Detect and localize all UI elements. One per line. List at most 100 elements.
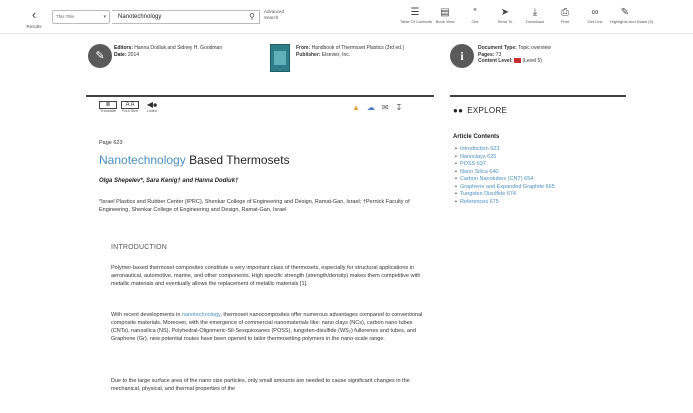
search-icon[interactable]: ⚲ (249, 12, 255, 21)
doctype-label: Document Type: (478, 45, 517, 51)
article-contents-item[interactable]: Introduction 623 (455, 146, 555, 154)
article-contents-item[interactable]: POSS 637 (455, 161, 555, 169)
print-icon: ⎙ (561, 7, 569, 18)
aux-tool-label: Translate (100, 109, 116, 113)
advanced-search-line1: Advanced (264, 9, 285, 14)
tool-label: Send To (497, 19, 513, 24)
editors-block: Editors: Hanna Dodiuk and Sidney H. Good… (114, 45, 222, 59)
send-icon: ➤ (500, 7, 510, 18)
advanced-search-link[interactable]: Advanced Search (264, 9, 284, 21)
font-size-icon: A A (121, 101, 139, 109)
search-scope-select[interactable]: This Title ▾ (52, 10, 110, 24)
date-label: Date: (114, 52, 127, 58)
tool-label: Table Of Contents (400, 19, 433, 24)
cite-button[interactable]: “Cite (460, 6, 490, 32)
chevron-down-icon: ▾ (103, 14, 106, 20)
publisher-label: Publisher: (296, 52, 321, 58)
info-icon: i (450, 44, 474, 68)
article-contents-item[interactable]: Graphene and Expanded Graphite 665 (455, 184, 555, 192)
search-scope-value: This Title (56, 14, 75, 19)
onedrive-icon[interactable]: ☁ (367, 103, 375, 112)
font-size-button[interactable]: A A Font Size (121, 101, 139, 113)
article-contents-item[interactable]: Nanoclays 625 (455, 154, 555, 162)
highlight-icon: ✎ (620, 7, 630, 18)
nanotechnology-link[interactable]: nanotechnology (182, 312, 220, 318)
explore-heading: ●● EXPLORE (453, 106, 507, 115)
title-rest: Based Thermosets (185, 153, 290, 167)
translate-button[interactable]: ≣ Translate (99, 101, 117, 113)
explore-label: EXPLORE (467, 106, 508, 115)
book-view-button[interactable]: ▤ Book View (430, 6, 460, 32)
document-tools: ☰ Table Of Contents ▤ Book View “Cite ➤ Send T… (400, 6, 654, 32)
article-title: Nanotechnology Based Thermosets (99, 153, 290, 167)
document-meta: Document Type: Topic overview Pages: 73 … (478, 45, 551, 65)
book-view-icon: ▤ (440, 7, 450, 18)
highlight-button[interactable]: ✎ Highlights And Notes (0) (610, 6, 654, 32)
from-label: From: (296, 45, 311, 51)
content-level-badge (514, 58, 522, 64)
editors-label: Editors: (114, 45, 133, 51)
tool-label: Cite (471, 19, 479, 24)
doctype-value: Topic overview (518, 45, 551, 51)
book-cover-image[interactable] (270, 44, 290, 72)
article-contents-item[interactable]: Nano Silica 640 (455, 169, 555, 177)
results-label: Results (26, 24, 42, 29)
cite-icon: “ (473, 7, 477, 18)
download-button[interactable]: ⤓ Download (520, 6, 550, 32)
explore-divider (450, 95, 626, 97)
advanced-search-line2: Search (264, 15, 279, 20)
chevron-left-icon: ‹ (31, 7, 37, 22)
title-highlight: Nanotechnology (99, 153, 186, 167)
article-contents-item[interactable]: References 675 (455, 199, 555, 207)
pages-value: 73 (495, 51, 502, 58)
listen-icon: ◀⦁ (146, 100, 158, 109)
article-contents-list: Introduction 623Nanoclays 625POSS 637Nan… (455, 146, 555, 206)
article-contents-item[interactable]: Carbon Nanotubes (CNT) 654 (455, 176, 555, 184)
link-icon: ∞ (591, 7, 599, 18)
binoculars-icon: ●● (453, 106, 464, 115)
from-value[interactable]: Handbook of Thermoset Plastics (3rd ed.) (312, 45, 404, 51)
author-affiliation: *Israel Plastics and Rubber Center (IPRC… (99, 199, 410, 213)
download-icon[interactable]: ↧ (396, 103, 403, 112)
share-tools: ▲ ☁ ✉ ↧ (352, 103, 402, 112)
editors-value: Hanna Dodiuk and Sidney H. Goodman (134, 45, 223, 51)
toc-icon: ☰ (410, 7, 420, 18)
search-input-value: Nanotechnology (118, 14, 162, 20)
date-value: 2014 (127, 52, 140, 58)
aux-tool-label: Listen (146, 109, 158, 113)
paragraph: Polymer-based thermoset composites const… (111, 265, 421, 287)
paragraph: With recent developments in nanotechnolo… (111, 311, 429, 343)
translate-icon: ≣ (99, 101, 117, 109)
tool-label: Book View (435, 19, 455, 24)
toc-button[interactable]: ☰ Table Of Contents (400, 6, 433, 32)
publisher-value: Elsevier, Inc. (321, 52, 351, 58)
send-button[interactable]: ➤ Send To (490, 6, 520, 32)
listen-button[interactable]: ◀⦁ Listen (143, 100, 161, 114)
article-authors: Olga Shepelev*, Sara Kenig† and Hanna Do… (99, 178, 239, 184)
reading-tools: ≣ Translate A A Font Size ◀⦁ Listen (99, 101, 161, 113)
search-input[interactable]: Nanotechnology ⚲ (112, 10, 260, 24)
tool-label: Print (560, 19, 570, 24)
link-button[interactable]: ∞ Get Link (580, 6, 610, 32)
content-divider (86, 95, 434, 97)
print-button[interactable]: ⎙ Print (550, 6, 580, 32)
content-level-value: (Level 5) (522, 58, 542, 64)
results-back-button[interactable]: ‹ Results (22, 6, 46, 29)
section-heading: INTRODUCTION (111, 244, 168, 251)
pen-icon: ✎ (88, 44, 112, 68)
content-level-label: Content Level: (478, 58, 513, 64)
pages-label: Pages: (478, 51, 495, 58)
article-contents-item[interactable]: Tungsten Disulfide 674 (455, 191, 555, 199)
paragraph-text: With recent developments in (111, 312, 182, 318)
google-drive-icon[interactable]: ▲ (352, 103, 360, 112)
email-icon[interactable]: ✉ (382, 103, 389, 112)
download-icon: ⤓ (532, 7, 538, 18)
tool-label: Get Link (587, 19, 603, 24)
paragraph: Due to the large surface area of the nan… (111, 378, 410, 392)
page-number: Page 623 (99, 140, 123, 146)
top-toolbar: ‹ Results This Title ▾ Nanotechnology ⚲ … (0, 0, 693, 34)
aux-tool-label: Font Size (121, 109, 139, 113)
tool-label: Download (526, 19, 544, 24)
article-contents-heading: Article Contents (453, 134, 500, 140)
tool-label: Highlights And Notes (0) (610, 19, 654, 24)
